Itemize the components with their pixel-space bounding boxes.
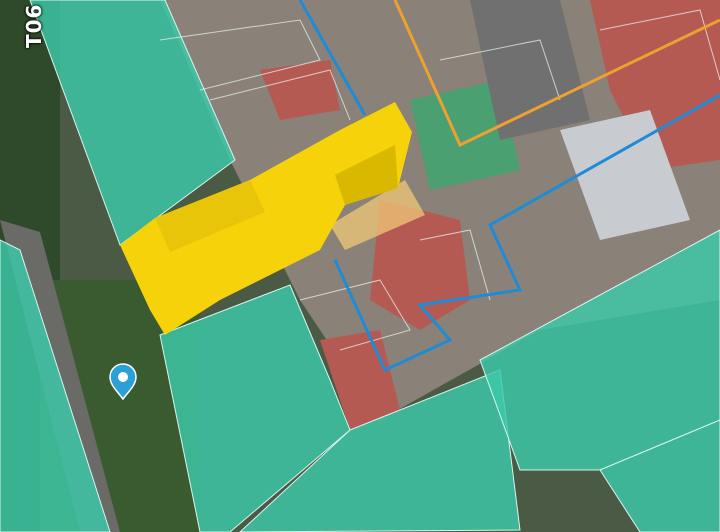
street-label: T06 (22, 3, 46, 48)
map-canvas[interactable] (0, 0, 720, 532)
map-view[interactable]: T06 (0, 0, 720, 532)
